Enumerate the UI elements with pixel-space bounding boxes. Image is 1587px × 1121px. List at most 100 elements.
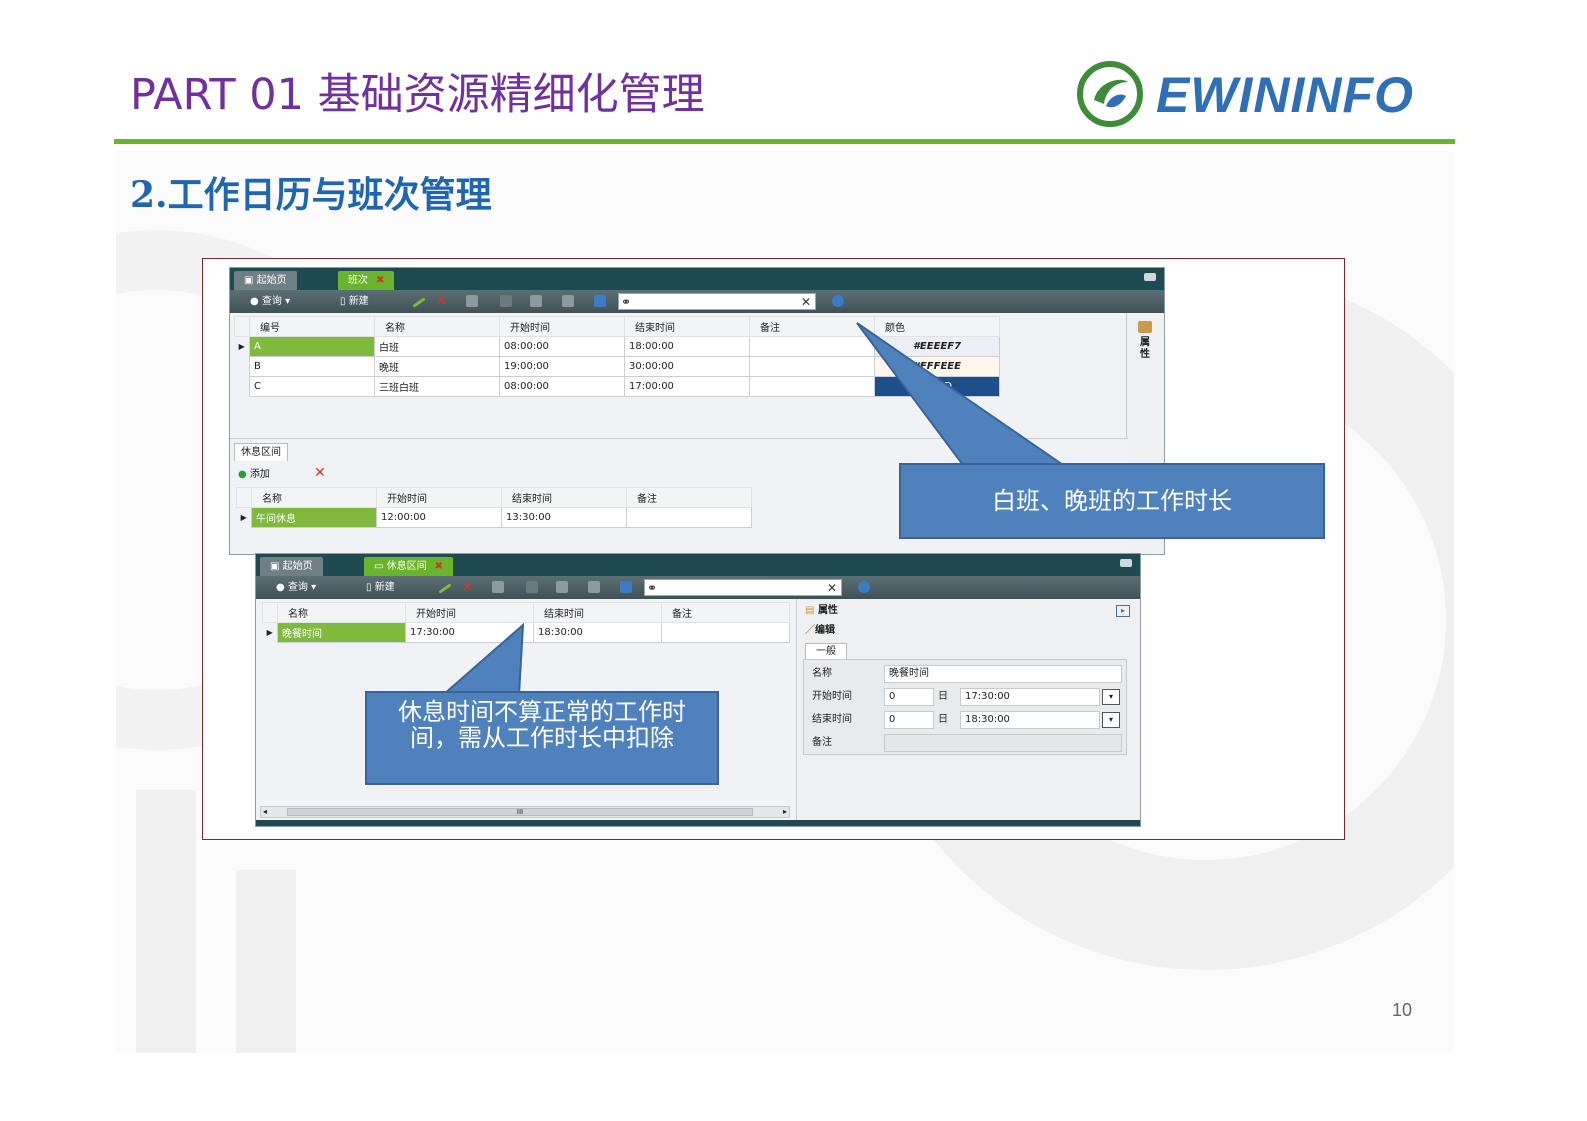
note-field[interactable] (884, 734, 1122, 752)
table-cell[interactable]: 19:00:00 (499, 356, 625, 377)
paste-icon[interactable] (556, 581, 568, 593)
delete-icon[interactable]: ✕ (436, 293, 447, 310)
copy-icon[interactable] (492, 581, 504, 593)
tab-general[interactable]: 一般 (805, 643, 847, 660)
end-dropdown-icon[interactable]: ▾ (1102, 712, 1120, 728)
property-panel: ▤ 属性 ▸ ／编辑 一般 名称 晚餐时间 开始时间 0 日 17:30:00 … (796, 599, 1140, 826)
table-cell[interactable]: 13:30:00 (501, 507, 627, 528)
table-cell[interactable]: 晚班 (374, 356, 500, 377)
query-button[interactable]: ● 查询 ▾ (276, 579, 316, 596)
column-header[interactable]: 名称 (374, 316, 500, 337)
page-number: 10 (1392, 1000, 1413, 1020)
query-button[interactable]: ● 查询 ▾ (250, 293, 290, 310)
scroll-left-icon[interactable]: ◂ (263, 807, 267, 817)
search-input[interactable]: ⚭ ✕ (618, 293, 816, 310)
edit-icon[interactable] (412, 297, 426, 308)
cut-icon[interactable] (500, 295, 512, 307)
delete-icon[interactable]: ✕ (462, 579, 473, 596)
end-day-unit: 日 (938, 714, 948, 725)
help-icon[interactable] (858, 581, 870, 593)
tab-bar: ▣ 起始页 班次 ✖ (230, 268, 1164, 290)
note-label: 备注 (812, 737, 832, 748)
table-cell[interactable]: 08:00:00 (499, 376, 625, 397)
cut-icon[interactable] (526, 581, 538, 593)
row-indicator-icon: ▶ (266, 628, 273, 638)
table-row[interactable]: ▶ 午间休息 12:00:00 13:30:00 (237, 507, 752, 528)
property-icon: ▤ (805, 605, 818, 616)
delete-icon[interactable]: ✕ (314, 465, 326, 481)
table-cell[interactable]: 18:30:00 (533, 622, 662, 643)
tab-start-page[interactable]: ▣ 起始页 (260, 557, 323, 576)
column-header[interactable]: 结束时间 (533, 602, 662, 623)
export-icon[interactable] (588, 581, 600, 593)
search-input[interactable]: ⚭ ✕ (644, 579, 842, 596)
table-cell[interactable] (626, 507, 752, 528)
new-button[interactable]: ▯ 新建 (366, 579, 395, 596)
table-cell[interactable]: 12:00:00 (376, 507, 502, 528)
help-icon[interactable] (832, 295, 844, 307)
table-cell[interactable]: 午间休息 (251, 507, 377, 528)
table-cell[interactable]: 三班白班 (374, 376, 500, 397)
table-cell[interactable]: 08:00:00 (499, 336, 625, 357)
tab-shift[interactable]: 班次 ✖ (338, 271, 395, 290)
end-day-field[interactable]: 0 (884, 711, 934, 729)
refresh-icon[interactable] (594, 295, 606, 307)
column-header[interactable]: 备注 (626, 487, 752, 508)
name-field[interactable]: 晚餐时间 (884, 665, 1122, 683)
table-cell[interactable] (661, 622, 790, 643)
column-header[interactable]: 结束时间 (501, 487, 627, 508)
export-icon[interactable] (562, 295, 574, 307)
clear-icon[interactable]: ✕ (801, 294, 811, 310)
close-icon[interactable]: ✖ (376, 275, 384, 286)
scroll-thumb[interactable]: III (287, 808, 753, 816)
horizontal-scrollbar[interactable]: ◂ III ▸ (260, 806, 790, 818)
tab-break-interval[interactable]: ▭ 休息区间 ✖ (364, 557, 454, 576)
window-control-icon[interactable] (1120, 559, 1132, 567)
part-title: PART 01 基础资源精细化管理 (130, 70, 705, 120)
table-cell[interactable]: B (249, 356, 375, 377)
watermark-bar (136, 790, 196, 1053)
copy-icon[interactable] (466, 295, 478, 307)
add-icon: ● (238, 469, 247, 480)
property-form: 名称 晚餐时间 开始时间 0 日 17:30:00 ▾ 结束时间 0 日 18:… (803, 659, 1127, 755)
tab-break-interval[interactable]: 休息区间 (234, 443, 288, 461)
edit-button[interactable]: ／编辑 (805, 623, 835, 639)
paste-icon[interactable] (530, 295, 542, 307)
table-cell[interactable]: 17:00:00 (624, 376, 750, 397)
pencil-icon: ／ (805, 625, 815, 636)
tab-start-page[interactable]: ▣ 起始页 (234, 271, 297, 290)
table-cell[interactable]: 18:00:00 (624, 336, 750, 357)
clear-icon[interactable]: ✕ (827, 580, 837, 596)
column-header[interactable]: 开始时间 (376, 487, 502, 508)
toolbar: ● 查询 ▾ ▯ 新建 ✕ ⚭ ✕ (230, 290, 1164, 313)
column-header[interactable]: 名称 (277, 602, 406, 623)
start-time-field[interactable]: 17:30:00 (960, 688, 1100, 706)
start-day-field[interactable]: 0 (884, 688, 934, 706)
window-control-icon[interactable] (1144, 273, 1156, 281)
column-header[interactable]: 名称 (251, 487, 377, 508)
scroll-right-icon[interactable]: ▸ (783, 807, 787, 817)
name-label: 名称 (812, 668, 832, 679)
column-header[interactable]: 开始时间 (499, 316, 625, 337)
edit-icon[interactable] (438, 583, 452, 594)
add-button[interactable]: ● 添加 (238, 467, 270, 483)
expand-icon[interactable]: ▸ (1116, 605, 1130, 617)
logo-text: EWININFO (1156, 67, 1414, 123)
column-header[interactable]: 备注 (661, 602, 790, 623)
table-cell[interactable]: 晚餐时间 (277, 622, 406, 643)
table-cell[interactable]: A (249, 336, 375, 357)
table-header-row: 名称 开始时间 结束时间 备注 (236, 487, 752, 508)
close-icon[interactable]: ✖ (435, 561, 443, 572)
section-title: 2.工作日历与班次管理 (130, 174, 492, 216)
end-time-field[interactable]: 18:30:00 (960, 711, 1100, 729)
column-header[interactable]: 编号 (249, 316, 375, 337)
table-cell[interactable]: C (249, 376, 375, 397)
table-cell[interactable]: 白班 (374, 336, 500, 357)
table-cell[interactable]: 30:00:00 (624, 356, 750, 377)
column-header[interactable]: 结束时间 (624, 316, 750, 337)
refresh-icon[interactable] (620, 581, 632, 593)
binoculars-icon: ⚭ (647, 581, 658, 595)
new-button[interactable]: ▯ 新建 (340, 293, 369, 310)
start-dropdown-icon[interactable]: ▾ (1102, 689, 1120, 705)
tab-bar: ▣ 起始页 ▭ 休息区间 ✖ (256, 554, 1140, 576)
